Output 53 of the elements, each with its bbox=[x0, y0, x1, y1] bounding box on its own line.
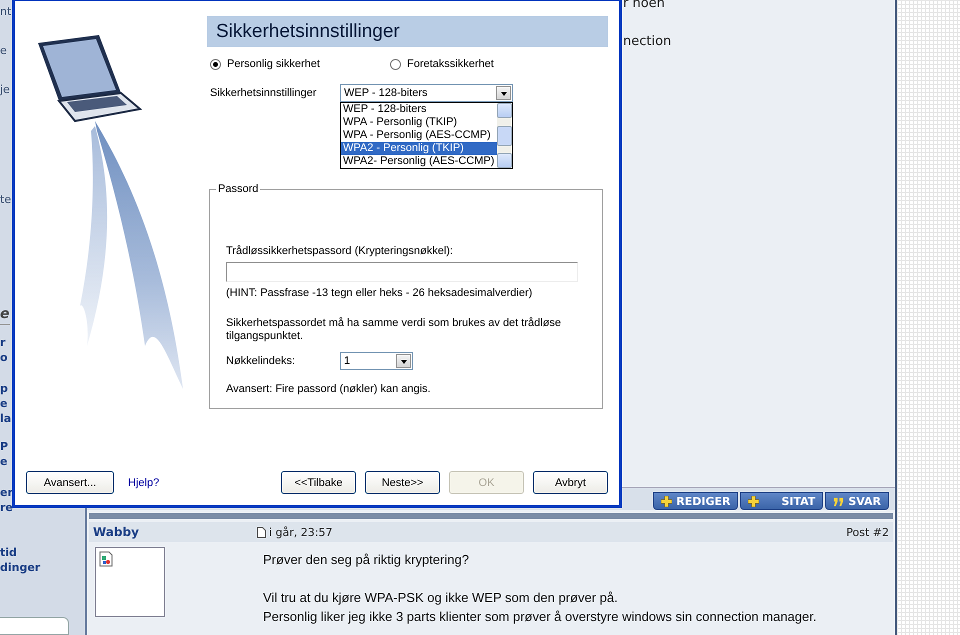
post-time: i går, 23:57 bbox=[269, 526, 332, 538]
dropdown-option[interactable]: WPA2- Personlig (AES-CCMP) bbox=[341, 155, 497, 168]
post-text: nection bbox=[623, 34, 672, 50]
radio-button[interactable] bbox=[210, 58, 221, 70]
post-author[interactable]: Wabby bbox=[93, 525, 257, 539]
field-label: Nøkkelindeks: bbox=[226, 354, 296, 368]
sidebar-heading: e bbox=[0, 307, 10, 325]
sidebar-link[interactable]: tid bbox=[0, 545, 80, 560]
password-field[interactable] bbox=[226, 262, 578, 282]
hint-text: (HINT: Passfrase -13 tegn eller heks - 26 heksadesimalverdier) bbox=[226, 287, 534, 300]
field-label: Trådløssikkerhetspassord (Krypteringsnøkkel): bbox=[226, 245, 454, 258]
sidebar-text: je bbox=[0, 82, 11, 97]
sidebar-panel bbox=[0, 617, 69, 635]
dropdown-option[interactable]: WEP - 128-biters bbox=[341, 103, 497, 116]
note-text: Sikkerhetspassordet må ha samme verdi som brukes av det trådløse tilgangspunktet. bbox=[226, 317, 562, 343]
sidebar-text: nt bbox=[0, 4, 12, 19]
note-text: Avansert: Fire passord (nøkler) kan angis. bbox=[226, 383, 432, 396]
post-action-button[interactable]: REDIGER bbox=[653, 492, 738, 510]
sidebar-text: e bbox=[0, 43, 8, 58]
key-index-dropdown[interactable]: 1 bbox=[340, 352, 413, 370]
plus-icon bbox=[748, 496, 760, 506]
scroll-up-button[interactable] bbox=[497, 103, 512, 118]
post-action-button[interactable]: SITAT bbox=[740, 492, 824, 510]
sidebar-link[interactable]: dinger bbox=[0, 560, 80, 575]
dialog-button[interactable]: Avansert... bbox=[26, 471, 114, 494]
scroll-thumb[interactable] bbox=[497, 126, 512, 146]
post-text: Personlig liker jeg ikke 3 parts klienter som prøver å overstyre windows sin connection manager. bbox=[263, 608, 816, 626]
post-text: r noen bbox=[623, 0, 666, 12]
dropdown-option[interactable]: WPA - Personlig (TKIP) bbox=[341, 116, 497, 129]
security-dropdown[interactable]: WEP - 128-biters bbox=[340, 84, 513, 102]
dialog-button[interactable]: <<Tilbake bbox=[281, 471, 356, 494]
document-icon bbox=[257, 526, 266, 538]
radio-option[interactable]: Personlig sikkerhet bbox=[210, 58, 390, 70]
field-label: Sikkerhetsinnstillinger bbox=[210, 87, 318, 99]
radio-button[interactable] bbox=[390, 58, 401, 70]
dialog-button[interactable]: Neste>> bbox=[365, 471, 440, 494]
post-text: Prøver den seg på riktig kryptering? bbox=[263, 551, 470, 569]
broken-image-icon bbox=[99, 551, 113, 567]
help-link[interactable]: Hjelp? bbox=[128, 476, 160, 488]
plus-icon bbox=[661, 496, 672, 506]
post-text: Vil tru at du kjøre WPA-PSK og ikke WEP som den prøver på. bbox=[263, 589, 619, 607]
dropdown-option[interactable]: WPA2 - Personlig (TKIP) bbox=[341, 142, 497, 155]
group-title: Passord bbox=[217, 183, 260, 195]
post-number[interactable]: Post #2 bbox=[846, 526, 889, 538]
post-action-button[interactable]: SVAR bbox=[825, 492, 889, 510]
dropdown-option[interactable]: WPA - Personlig (AES-CCMP) bbox=[341, 129, 497, 142]
scroll-down-button[interactable] bbox=[497, 153, 512, 168]
quote-icon bbox=[833, 496, 844, 506]
dialog-button[interactable]: Avbryt bbox=[533, 471, 608, 494]
sidebar-text: te bbox=[0, 192, 12, 207]
scrollbar[interactable] bbox=[497, 103, 512, 168]
dialog-title: Sikkerhetsinnstillinger bbox=[216, 20, 400, 42]
radio-option[interactable]: Foretakssikkerhet bbox=[390, 58, 570, 70]
